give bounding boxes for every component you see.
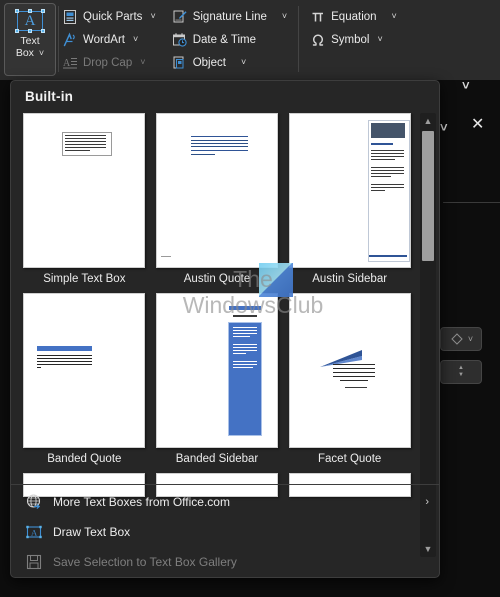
close-icon[interactable]: ✕ <box>471 114 484 134</box>
thumbnail-preview <box>155 293 278 448</box>
panel-divider <box>443 202 500 203</box>
more-text-boxes-label: More Text Boxes from Office.com <box>53 495 230 509</box>
text-box-button[interactable]: A Text Box ˅ <box>4 3 56 76</box>
ribbon-insert-tab: A Text Box ˅ Quick Parts ˅ WordArt ˅ A D… <box>0 0 500 80</box>
chevron-down-icon[interactable]: ˅ <box>282 12 287 21</box>
ribbon-group-symbols: Equation ˅ Symbol ˅ <box>307 0 402 80</box>
wordart-label: WordArt <box>83 33 125 46</box>
thumbnail-preview <box>288 293 411 448</box>
chevron-down-icon[interactable]: ˅ <box>39 48 44 58</box>
chevron-down-icon: ˅ <box>140 57 146 67</box>
equation-label: Equation <box>331 10 377 23</box>
svg-text:A: A <box>31 527 38 537</box>
wordart-icon <box>63 32 75 46</box>
gallery-item-label: Banded Quote <box>47 453 122 465</box>
draw-text-box-icon: A <box>26 525 42 539</box>
thumbnail-preview <box>288 113 411 268</box>
fill-bucket-icon <box>451 333 463 345</box>
watermark-logo <box>259 263 293 297</box>
chevron-down-icon[interactable]: ˅ <box>378 35 383 44</box>
gallery-item-austin-sidebar[interactable]: Austin Sidebar <box>286 113 413 293</box>
quick-parts-item[interactable]: Quick Parts ˅ <box>59 5 161 28</box>
gallery-item-label: Austin Quote <box>183 273 251 285</box>
chevron-down-icon[interactable]: ˅ <box>392 12 397 21</box>
signature-line-icon <box>173 10 187 22</box>
submenu-arrow-icon[interactable]: › <box>425 496 429 508</box>
object-item[interactable]: Object ˅ <box>169 51 292 74</box>
text-box-icon: A <box>13 8 47 34</box>
object-label: Object <box>192 56 226 69</box>
wordart-item[interactable]: WordArt ˅ <box>59 28 161 51</box>
ribbon-collapse-chevron-icon[interactable]: ˅ <box>462 78 470 93</box>
date-time-label: Date & Time <box>192 33 256 46</box>
format-control-a[interactable]: ˅ <box>440 327 482 351</box>
svg-text:A: A <box>63 58 71 69</box>
thumbnail-preview <box>23 293 146 448</box>
gallery-item-banded-quote[interactable]: Banded Quote <box>21 293 148 473</box>
signature-line-label: Signature Line <box>192 10 267 23</box>
chevron-down-icon[interactable]: ˅ <box>133 35 138 44</box>
signature-line-item[interactable]: Signature Line ˅ <box>169 5 292 28</box>
date-time-item[interactable]: Date & Time <box>169 28 292 51</box>
draw-text-box-label: Draw Text Box <box>53 525 131 539</box>
scroll-up-arrow-icon[interactable]: ▲ <box>420 113 436 129</box>
save-selection-command: Save Selection to Text Box Gallery <box>11 547 439 577</box>
gallery-item-label: Austin Sidebar <box>312 273 388 285</box>
thumbnail-preview <box>155 113 278 268</box>
draw-text-box-command[interactable]: A Draw Text Box <box>11 517 439 547</box>
thumbnail-preview <box>23 113 146 268</box>
drop-cap-icon: A <box>63 57 77 69</box>
date-time-icon <box>172 32 187 47</box>
text-box-gallery-dropdown: Built-in Simple Text Box Austin Quote Au… <box>10 80 440 578</box>
ribbon-group-text: Quick Parts ˅ WordArt ˅ A Drop Cap ˅ <box>59 0 161 80</box>
stepper-down-icon[interactable]: ▼ <box>458 372 464 378</box>
gallery-item-banded-sidebar[interactable]: Banded Sidebar <box>154 293 281 473</box>
gallery-heading: Built-in <box>25 89 74 104</box>
quick-parts-label: Quick Parts <box>83 10 143 23</box>
scrollbar-thumb[interactable] <box>422 131 434 261</box>
size-stepper[interactable]: ▲ ▼ <box>440 360 482 384</box>
object-icon <box>173 56 184 68</box>
drop-cap-label: Drop Cap <box>83 56 133 69</box>
gallery-commands: More Text Boxes from Office.com › A Draw… <box>11 484 439 577</box>
pane-options-chevron-icon[interactable]: ˅ <box>440 120 448 135</box>
drop-cap-item: A Drop Cap ˅ <box>59 51 161 74</box>
stepper-up-icon[interactable]: ▲ <box>458 365 464 371</box>
gallery-item-facet-quote[interactable]: Facet Quote <box>286 293 413 473</box>
symbol-item[interactable]: Symbol ˅ <box>307 28 402 51</box>
chevron-down-icon[interactable]: ˅ <box>150 12 155 21</box>
equation-item[interactable]: Equation ˅ <box>307 5 402 28</box>
text-box-label-line2: Box <box>15 47 34 59</box>
text-box-label-line1: Text <box>20 35 40 47</box>
chevron-down-icon[interactable]: ˅ <box>241 58 246 67</box>
globe-arrow-icon <box>26 494 41 509</box>
equation-pi-icon <box>312 12 324 21</box>
quick-parts-icon <box>64 9 76 24</box>
gallery-item-label: Facet Quote <box>318 453 382 465</box>
gallery-item-label: Simple Text Box <box>43 273 126 285</box>
symbol-omega-icon <box>312 34 324 46</box>
gallery-item-simple-text-box[interactable]: Simple Text Box <box>21 113 148 293</box>
save-selection-label: Save Selection to Text Box Gallery <box>53 555 237 569</box>
gallery-grid: Simple Text Box Austin Quote Austin Side… <box>11 113 423 497</box>
save-floppy-icon <box>26 554 42 570</box>
ribbon-divider <box>298 6 300 72</box>
gallery-item-label: Banded Sidebar <box>175 453 259 465</box>
more-text-boxes-command[interactable]: More Text Boxes from Office.com › <box>11 487 439 517</box>
ribbon-group-insert: Signature Line ˅ Date & Time Object ˅ <box>169 0 292 80</box>
symbol-label: Symbol <box>331 33 370 46</box>
